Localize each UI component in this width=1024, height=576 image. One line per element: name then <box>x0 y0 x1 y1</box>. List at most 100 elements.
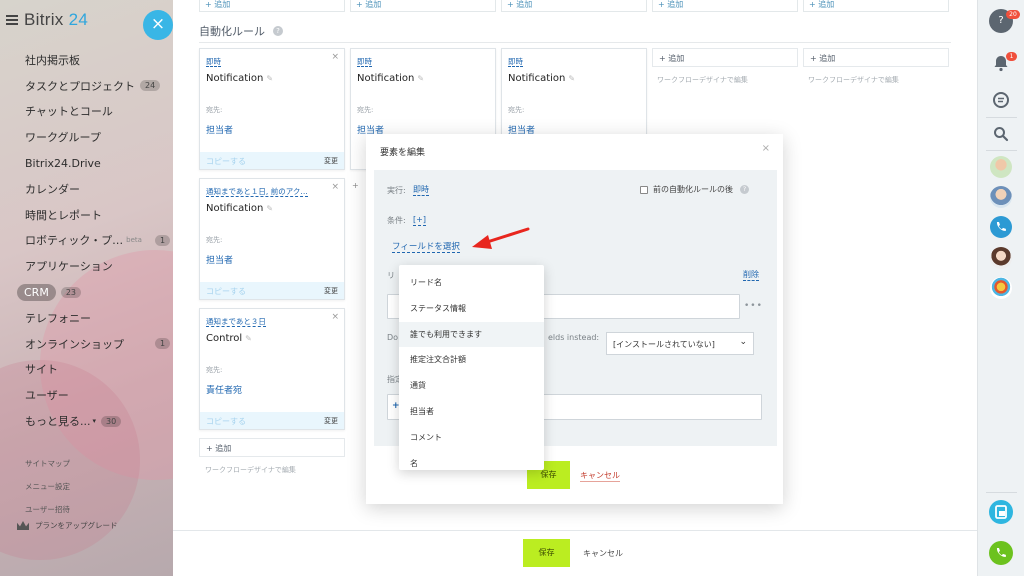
add-robot-button[interactable]: + 追加 <box>199 438 345 457</box>
dropdown-option[interactable]: 通貨 <box>399 373 544 399</box>
rule-card[interactable]: 通知まであと１日, 前のアク… × Notification ✎ 宛先: 担当者 … <box>199 178 345 300</box>
dropdown-option[interactable]: 名 <box>399 451 544 470</box>
modal-cancel-button[interactable]: キャンセル <box>580 470 620 482</box>
copy-button[interactable]: コピーする <box>206 156 246 167</box>
sidebar-item-time-reports[interactable]: 時間とレポート <box>0 202 173 228</box>
prev-rule-option[interactable]: 前の自動化ルールの後 ? <box>640 184 749 195</box>
open-line-icon[interactable] <box>989 500 1013 524</box>
recipient-value[interactable]: 責任者宛 <box>206 383 242 396</box>
hamburger-menu-icon[interactable] <box>6 15 18 25</box>
cancel-button[interactable]: キャンセル <box>583 548 623 559</box>
menu-settings-link[interactable]: メニュー設定 <box>25 475 70 498</box>
sidebar-item-applications[interactable]: アプリケーション <box>0 253 173 279</box>
delete-link[interactable]: 削除 <box>743 270 759 281</box>
add-condition-link[interactable]: [+] <box>413 215 426 226</box>
card-footer: コピーする 変更 <box>200 282 344 299</box>
add-robot-button[interactable]: + <box>350 178 364 197</box>
add-robot-button[interactable]: + 追加 <box>652 48 798 67</box>
sidebar-item-telephony[interactable]: テレフォニー <box>0 305 173 331</box>
designer-link[interactable]: ワークフローデザイナで編集 <box>808 75 899 85</box>
add-robot-button[interactable]: + 追加 <box>803 48 949 67</box>
logo[interactable]: Bitrix 24 <box>24 10 88 30</box>
add-robot-button[interactable]: + 追加 <box>803 0 949 12</box>
user-avatar[interactable] <box>990 156 1012 178</box>
section-title: 自動化ルール ? <box>199 23 283 39</box>
sidebar-item-chat[interactable]: チャットとコール <box>0 99 173 125</box>
chat-icon[interactable] <box>989 88 1013 112</box>
add-robot-button[interactable]: + 追加 <box>501 0 647 12</box>
upgrade-plan-link[interactable]: プランをアップグレード <box>17 520 118 531</box>
pencil-icon[interactable]: ✎ <box>417 74 424 83</box>
user-avatar[interactable] <box>990 247 1012 269</box>
change-button[interactable]: 変更 <box>324 416 338 426</box>
user-avatar[interactable] <box>990 186 1012 208</box>
trigger-link[interactable]: 即時 <box>508 57 523 67</box>
more-dots-icon[interactable]: ••• <box>744 301 763 311</box>
rail-divider <box>986 492 1017 493</box>
sidebar-item-crm[interactable]: CRM 23 <box>0 279 173 305</box>
recipient-value[interactable]: 担当者 <box>206 253 233 266</box>
sidebar-item-users[interactable]: ユーザー <box>0 382 173 408</box>
help-icon[interactable]: ? <box>740 185 749 194</box>
dropdown-option[interactable]: 誰でも利用できます <box>399 321 544 348</box>
add-robot-button[interactable]: + 追加 <box>652 0 798 12</box>
sidebar-item-workgroups[interactable]: ワークグループ <box>0 124 173 150</box>
sidebar-item-drive[interactable]: Bitrix24.Drive <box>0 150 173 176</box>
sidebar-item-tasks[interactable]: タスクとプロジェクト 24 <box>0 73 173 99</box>
field-label: リ <box>387 271 395 280</box>
dropdown-option[interactable]: 推定注文合計額 <box>399 347 544 373</box>
close-icon[interactable]: × <box>762 143 770 154</box>
trigger-link[interactable]: 即時 <box>357 57 372 67</box>
trigger-link[interactable]: 通知まであと１日, 前のアク… <box>206 187 308 197</box>
help-icon[interactable]: ? <box>273 26 283 36</box>
close-sidebar-button[interactable]: × <box>143 10 173 40</box>
save-button[interactable]: 保存 <box>523 539 570 567</box>
user-avatar[interactable] <box>990 277 1012 299</box>
change-button[interactable]: 変更 <box>324 286 338 296</box>
designer-link[interactable]: ワークフローデザイナで編集 <box>657 75 748 85</box>
phone-icon[interactable] <box>989 541 1013 565</box>
sidebar-item-label: CRM <box>17 283 56 301</box>
counter-badge: 24 <box>140 80 161 92</box>
rule-card[interactable]: 通知まであと３日 × Control ✎ 宛先: 責任者宛 コピーする 変更 <box>199 308 345 430</box>
pencil-icon[interactable]: ✎ <box>568 74 575 83</box>
sidebar-item-sites[interactable]: サイト <box>0 357 173 383</box>
sidebar-item-feed[interactable]: 社内掲示板 <box>0 47 173 73</box>
rail-divider <box>986 117 1017 118</box>
sidebar-item-online-store[interactable]: オンラインショップ 1 <box>0 331 173 357</box>
phone-contact-avatar[interactable] <box>990 216 1012 238</box>
rule-title: Notification ✎ <box>508 73 575 84</box>
add-robot-button[interactable]: + 追加 <box>199 0 345 12</box>
sidebar-item-calendar[interactable]: カレンダー <box>0 176 173 202</box>
trigger-link[interactable]: 即時 <box>206 57 221 67</box>
designer-link[interactable]: ワークフローデザイナで編集 <box>205 465 296 475</box>
execute-timing-link[interactable]: 即時 <box>413 185 429 196</box>
sidebar-item-label: ワークグループ <box>25 131 101 145</box>
sitemap-link[interactable]: サイトマップ <box>25 452 70 475</box>
sidebar-item-more[interactable]: もっと見る... ▾ 30 <box>0 408 173 434</box>
pencil-icon[interactable]: ✎ <box>245 334 252 343</box>
close-icon[interactable]: × <box>331 52 339 62</box>
dropdown-option[interactable]: リード名 <box>399 270 544 296</box>
close-icon[interactable]: × <box>331 182 339 192</box>
trigger-link[interactable]: 通知まであと３日 <box>206 317 266 327</box>
pencil-icon[interactable]: ✎ <box>266 204 273 213</box>
add-robot-button[interactable]: + 追加 <box>350 0 496 12</box>
dropdown-option[interactable]: 担当者 <box>399 399 544 425</box>
dropdown-option[interactable]: ステータス情報 <box>399 296 544 322</box>
invite-users-link[interactable]: ユーザー招待 <box>25 498 70 521</box>
close-icon[interactable]: × <box>331 312 339 322</box>
dropdown-option[interactable]: コメント <box>399 425 544 451</box>
copy-button[interactable]: コピーする <box>206 286 246 297</box>
prev-rule-checkbox[interactable] <box>640 185 648 194</box>
value-select[interactable]: [インストールされていない] ⌄ <box>606 332 754 355</box>
pencil-icon[interactable]: ✎ <box>266 74 273 83</box>
plus-icon: + <box>352 181 359 190</box>
sidebar-item-rpa[interactable]: ロボティック・プ… beta 1 <box>0 228 173 254</box>
select-field-link[interactable]: フィールドを選択 <box>392 242 460 253</box>
copy-button[interactable]: コピーする <box>206 416 246 427</box>
search-icon[interactable] <box>989 122 1013 146</box>
change-button[interactable]: 変更 <box>324 156 338 166</box>
rule-card[interactable]: 即時 × Notification ✎ 宛先: 担当者 コピーする 変更 <box>199 48 345 170</box>
recipient-value[interactable]: 担当者 <box>206 123 233 136</box>
